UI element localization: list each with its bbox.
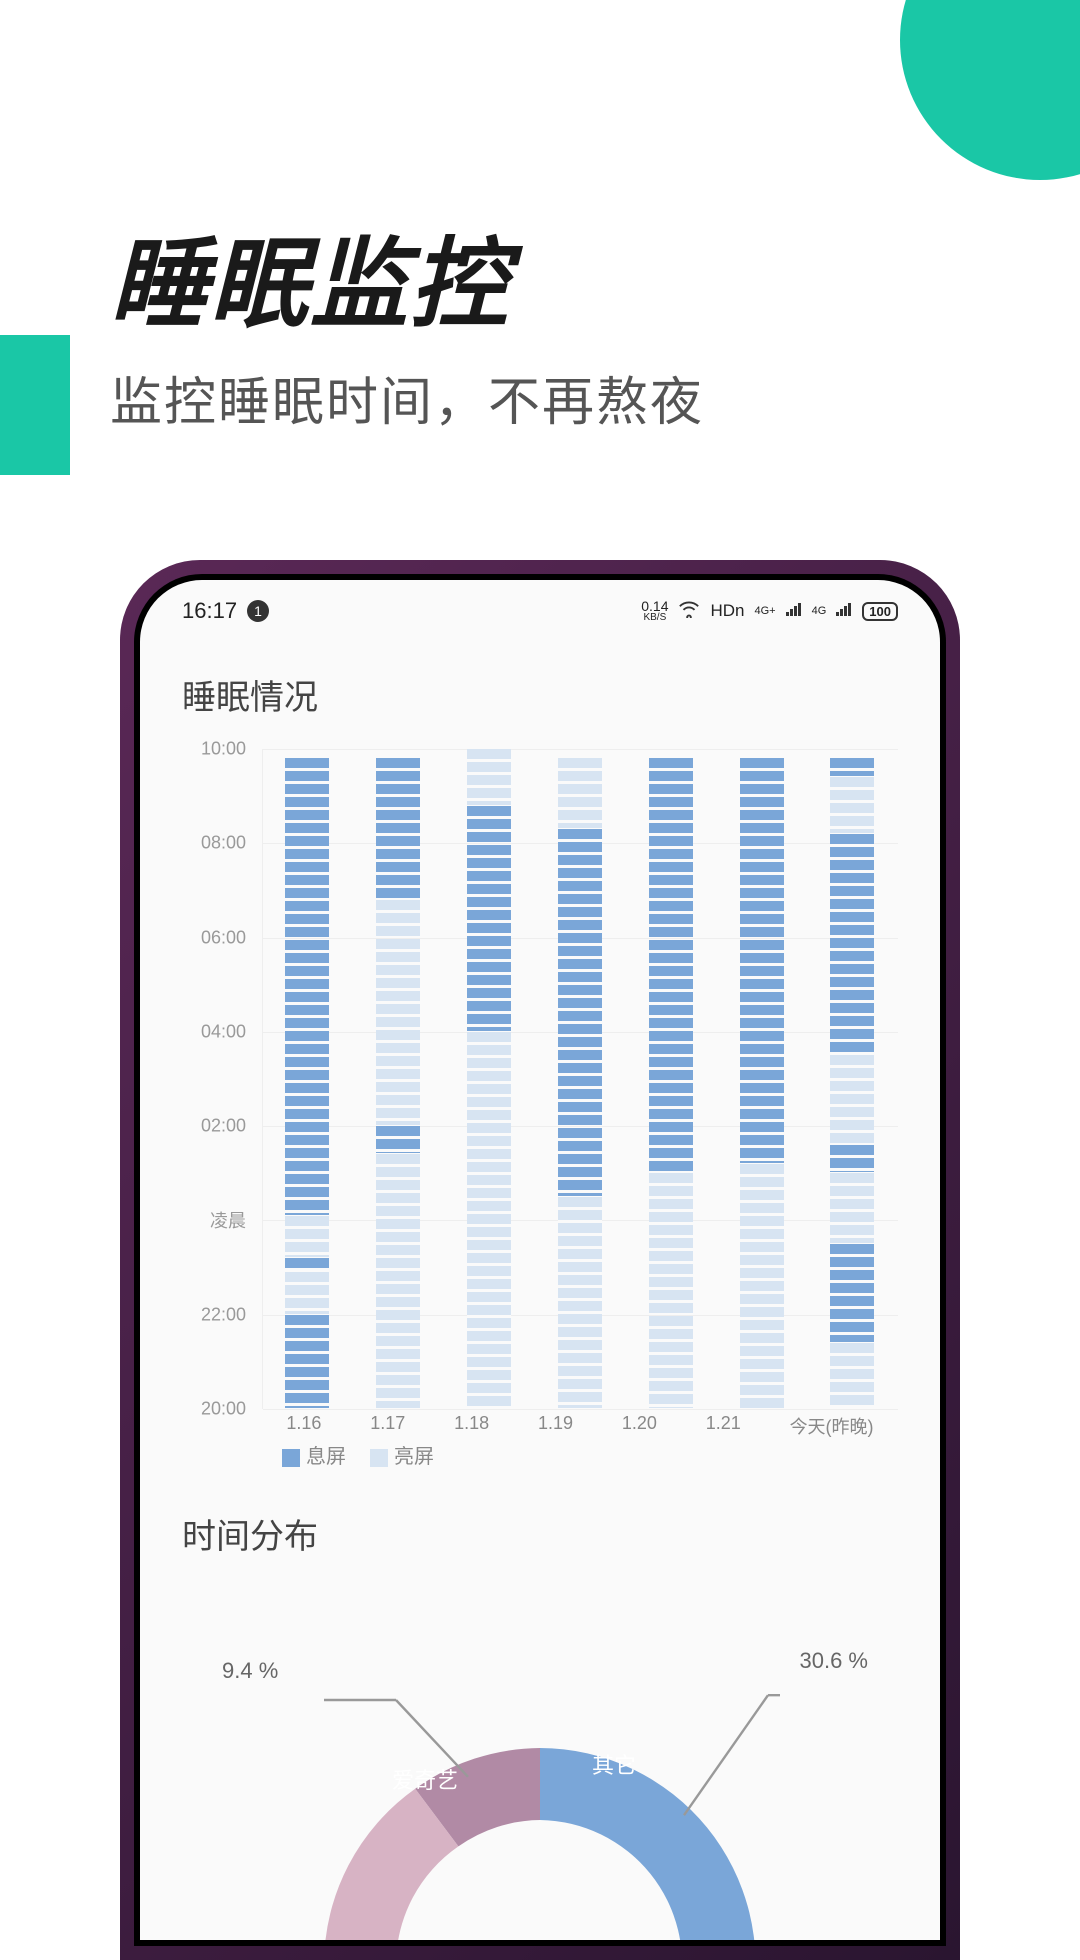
sleep-section-title: 睡眠情况 xyxy=(140,630,940,739)
x-axis-labels: 1.16 1.17 1.18 1.19 1.20 1.21 今天(昨晚) xyxy=(262,1413,898,1439)
legend-swatch-on-icon xyxy=(370,1449,388,1467)
sleep-column[interactable] xyxy=(467,749,511,1409)
x-tick: 1.20 xyxy=(622,1413,657,1439)
network-speed: 0.14 KB/S xyxy=(641,599,668,623)
y-tick: 06:00 xyxy=(201,927,246,948)
phone-frame: 16:17 1 0.14 KB/S HDn 4G+ xyxy=(120,560,960,1960)
hero-title: 睡眠监控 xyxy=(110,205,510,347)
sleep-column[interactable] xyxy=(558,749,602,1409)
time-section-title: 时间分布 xyxy=(140,1469,940,1578)
sleep-column[interactable] xyxy=(376,749,420,1409)
chart-columns xyxy=(262,749,898,1409)
corner-accent xyxy=(900,0,1080,180)
y-tick: 02:00 xyxy=(201,1116,246,1137)
chart-legend: 息屏 亮屏 xyxy=(282,1440,434,1469)
y-tick: 04:00 xyxy=(201,1021,246,1042)
phone-screen: 16:17 1 0.14 KB/S HDn 4G+ xyxy=(140,580,940,1940)
wifi-icon xyxy=(678,600,700,623)
signal-icon xyxy=(786,601,802,621)
y-tick: 凌晨 xyxy=(210,1207,246,1233)
y-tick: 20:00 xyxy=(201,1399,246,1420)
legend-swatch-off-icon xyxy=(282,1449,300,1467)
x-tick: 1.18 xyxy=(454,1413,489,1439)
donut-label-left: 9.4 % xyxy=(222,1658,278,1684)
status-bar: 16:17 1 0.14 KB/S HDn 4G+ xyxy=(140,580,940,630)
y-tick: 08:00 xyxy=(201,833,246,854)
x-tick: 今天(昨晚) xyxy=(790,1413,874,1439)
x-tick: 1.19 xyxy=(538,1413,573,1439)
x-tick: 1.21 xyxy=(706,1413,741,1439)
donut-label-right: 30.6 % xyxy=(800,1648,869,1674)
y-tick: 10:00 xyxy=(201,739,246,760)
donut-slice-label-1: 爱奇艺 xyxy=(392,1763,458,1795)
x-tick: 1.16 xyxy=(286,1413,321,1439)
signal2-label: 4G xyxy=(812,605,827,617)
donut-svg xyxy=(300,1628,780,1940)
y-axis: 10:0008:0006:0004:0002:00凌晨22:0020:00 xyxy=(182,749,252,1429)
donut-slice-label-2: 其它 xyxy=(592,1748,636,1780)
hd-label: HDn xyxy=(710,601,744,621)
y-tick: 22:00 xyxy=(201,1304,246,1325)
donut-chart[interactable]: 9.4 % 30.6 % 爱奇艺 其它 xyxy=(182,1588,898,1940)
sleep-column[interactable] xyxy=(649,749,693,1409)
sleep-column[interactable] xyxy=(285,749,329,1409)
side-accent xyxy=(0,335,70,475)
status-time: 16:17 xyxy=(182,598,237,624)
battery-icon: 100 xyxy=(862,602,898,621)
donut-slice-other xyxy=(540,1748,756,1940)
notification-badge-icon: 1 xyxy=(247,600,269,622)
sleep-column[interactable] xyxy=(830,749,874,1409)
sleep-column[interactable] xyxy=(740,749,784,1409)
x-tick: 1.17 xyxy=(370,1413,405,1439)
signal1-label: 4G+ xyxy=(755,605,776,617)
signal-icon-2 xyxy=(836,601,852,621)
sleep-chart[interactable]: 10:0008:0006:0004:0002:00凌晨22:0020:00 1.… xyxy=(182,749,898,1469)
hero-subtitle: 监控睡眠时间，不再熬夜 xyxy=(110,360,704,435)
